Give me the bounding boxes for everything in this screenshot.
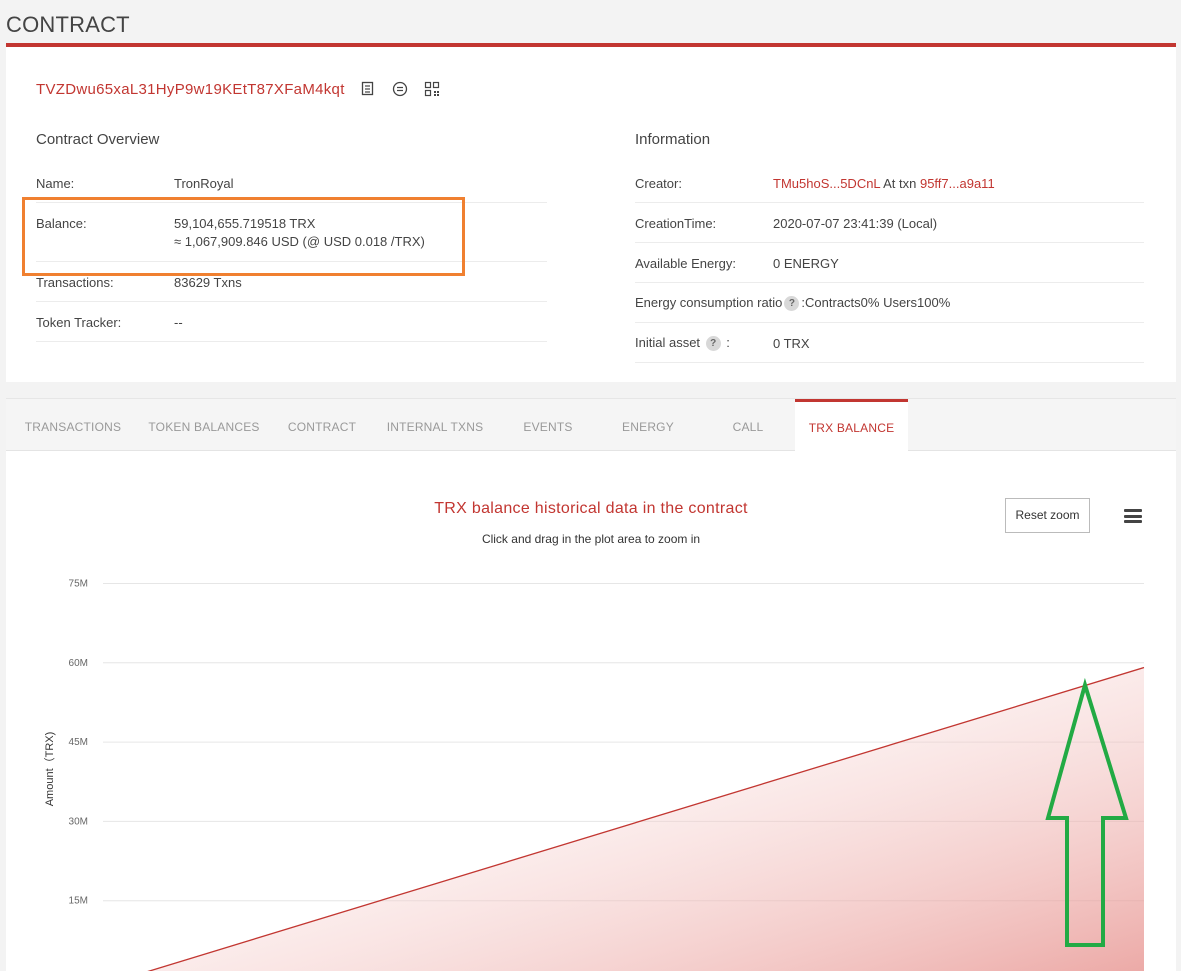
creator-address-link[interactable]: TMu5hoS...5DCnL <box>773 176 880 191</box>
information-title: Information <box>635 131 711 148</box>
balance-highlight-box <box>22 197 465 276</box>
page-header: CONTRACT <box>0 0 1181 48</box>
creation-time-row: CreationTime: 2020-07-07 23:41:39 (Local… <box>635 203 1144 243</box>
help-icon[interactable]: ? <box>784 296 800 312</box>
address-row: TVZDwu65xaL31HyP9w19KEtT87XFaM4kqt <box>36 80 441 98</box>
initial-asset-row: Initial asset ? : 0 TRX <box>635 323 1144 363</box>
creation-time-label: CreationTime: <box>635 216 717 231</box>
y-tick-label: 45M <box>69 737 88 748</box>
qr-code-icon[interactable] <box>423 80 441 98</box>
y-tick-label: 15M <box>69 896 88 907</box>
y-tick-label: 30M <box>69 816 88 827</box>
available-energy-row: Available Energy: 0 ENERGY <box>635 243 1144 283</box>
initial-asset-label: Initial asset <box>635 335 701 350</box>
creator-value: TMu5hoS...5DCnL At txn 95ff7...a9a11 <box>773 176 995 191</box>
transactions-value: 83629 Txns <box>174 275 242 290</box>
initial-asset-label-group: Initial asset ? : <box>635 335 730 352</box>
name-value: TronRoyal <box>174 176 234 191</box>
message-icon[interactable] <box>391 80 409 98</box>
y-tick-label: 75M <box>69 579 88 590</box>
contract-address[interactable]: TVZDwu65xaL31HyP9w19KEtT87XFaM4kqt <box>36 81 345 98</box>
contract-card: TVZDwu65xaL31HyP9w19KEtT87XFaM4kqt Contr… <box>6 47 1176 382</box>
initial-asset-value: 0 TRX <box>773 336 810 351</box>
copy-icon[interactable] <box>359 80 377 98</box>
tabs-panel: TRANSACTIONS TOKEN BALANCES CONTRACT INT… <box>6 398 1176 971</box>
page-title: CONTRACT <box>6 12 130 37</box>
transactions-label: Transactions: <box>36 275 114 290</box>
available-energy-label: Available Energy: <box>635 256 736 271</box>
token-tracker-value: -- <box>174 315 183 330</box>
y-axis-title: Amount（TRX) <box>43 732 56 807</box>
name-label: Name: <box>36 176 75 191</box>
energy-ratio-value: :Contracts0% Users100% <box>801 295 951 310</box>
initial-asset-colon: : <box>726 335 730 350</box>
overview-title: Contract Overview <box>36 131 160 148</box>
creation-time-value: 2020-07-07 23:41:39 (Local) <box>773 216 938 231</box>
token-tracker-label: Token Tracker: <box>36 315 122 330</box>
energy-ratio-row: Energy consumption ratio?:Contracts0% Us… <box>635 283 1144 323</box>
series-area <box>149 667 1144 971</box>
balance-chart[interactable]: 15M 30M 45M 60M 75M Amount（TRX) <box>6 399 1176 971</box>
creator-label: Creator: <box>635 176 682 191</box>
creator-at-txn: At txn <box>883 176 917 191</box>
energy-ratio-label: Energy consumption ratio <box>635 295 783 310</box>
y-tick-label: 60M <box>69 658 88 669</box>
available-energy-value: 0 ENERGY <box>773 256 839 271</box>
creator-txn-link[interactable]: 95ff7...a9a11 <box>920 176 995 191</box>
energy-ratio-label-group: Energy consumption ratio?:Contracts0% Us… <box>635 295 951 312</box>
help-icon[interactable]: ? <box>705 336 721 352</box>
creator-row: Creator: TMu5hoS...5DCnL At txn 95ff7...… <box>635 163 1144 203</box>
token-tracker-row: Token Tracker: -- <box>36 302 547 342</box>
